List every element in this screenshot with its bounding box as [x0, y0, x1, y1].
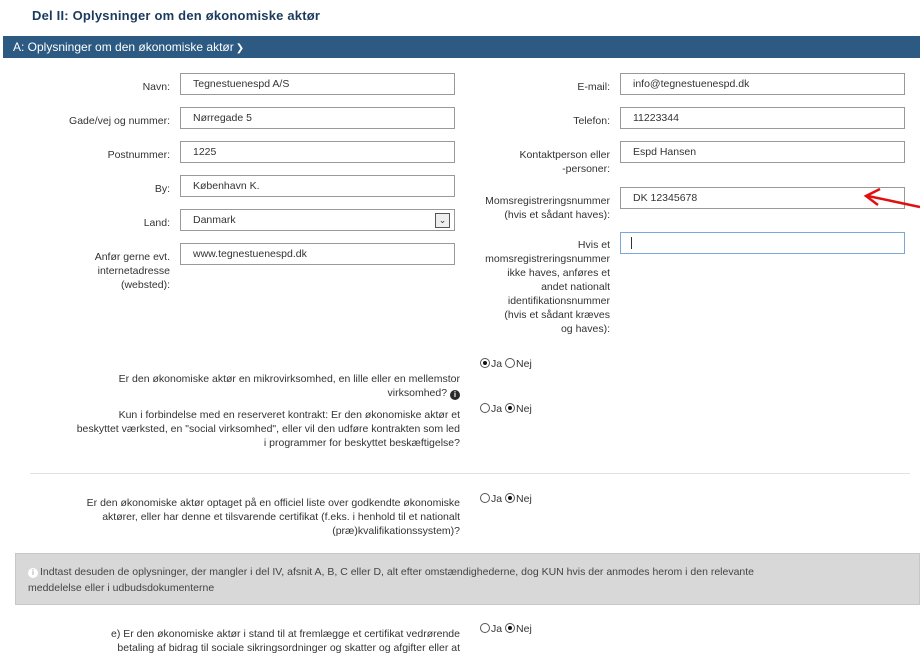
telefon-label: Telefon: [573, 115, 610, 127]
radio-nej[interactable] [505, 623, 516, 633]
kontakt-label: Kontaktperson eller -personer: [460, 148, 610, 176]
question-line: virksomhed? [387, 387, 448, 399]
question-official-list: Er den økonomiske aktør optaget på en of… [20, 496, 460, 538]
question-sme: Er den økonomiske aktør en mikrovirksomh… [20, 372, 460, 400]
text-cursor [631, 237, 632, 249]
radio-group-certificate: Ja Nej [480, 623, 532, 635]
kontakt-label-line: -personer: [562, 163, 610, 175]
internet-label-line: Anfør gerne evt. [94, 251, 170, 263]
info-box-line: Indtast desuden de oplysninger, der mang… [40, 566, 755, 578]
moms-label-line: Momsregistreringsnummer [485, 195, 610, 207]
land-value: Danmark [193, 214, 236, 226]
radio-label: Ja [491, 403, 503, 415]
annotation-arrow-icon [863, 187, 920, 209]
internet-field[interactable]: www.tegnestuenespd.dk [180, 243, 455, 265]
andet-id-label-line: ikke haves, anføres et [507, 267, 610, 279]
question-line: i programmer for beskyttet beskæftigelse… [263, 437, 460, 449]
internet-label-line: (websted): [120, 279, 170, 291]
radio-label: Nej [516, 493, 532, 505]
divider [30, 473, 910, 474]
radio-group-sme: Ja Nej [480, 358, 532, 370]
kontakt-label-line: Kontaktperson eller [519, 149, 610, 161]
question-line: Kun i forbindelse med en reserveret kont… [118, 409, 460, 421]
page-title: Del II: Oplysninger om den økonomiske ak… [32, 8, 321, 23]
postnummer-field[interactable]: 1225 [180, 141, 455, 163]
section-header-toggle[interactable]: A: Oplysninger om den økonomiske aktør ❯ [3, 36, 920, 58]
question-line: (præ)kvalifikationssystem)? [332, 525, 460, 537]
radio-label: Ja [491, 493, 503, 505]
radio-label: Nej [516, 623, 532, 635]
moms-label-line: (hvis et sådant haves): [504, 209, 610, 221]
question-reserved: Kun i forbindelse med en reserveret kont… [20, 408, 460, 450]
radio-nej[interactable] [505, 358, 516, 368]
chevron-down-icon[interactable]: ⌄ [435, 213, 450, 228]
navn-label: Navn: [142, 81, 170, 93]
land-label: Land: [143, 217, 170, 229]
radio-ja[interactable] [480, 493, 490, 503]
email-label: E-mail: [577, 81, 610, 93]
gade-field[interactable]: Nørregade 5 [180, 107, 455, 129]
andet-id-label-line: andet nationalt [541, 281, 610, 293]
internet-label: Anfør gerne evt. internetadresse (webste… [20, 250, 170, 292]
postnummer-label: Postnummer: [107, 149, 170, 161]
question-line: Er den økonomiske aktør en mikrovirksomh… [118, 373, 460, 385]
question-line: aktører, eller har denne et tilsvarende … [102, 511, 460, 523]
andet-id-label-line: Hvis et [577, 239, 610, 251]
radio-nej[interactable] [505, 493, 516, 503]
question-line: Er den økonomiske aktør optaget på en of… [86, 497, 460, 509]
by-field[interactable]: København K. [180, 175, 455, 197]
kontakt-field[interactable]: Espd Hansen [620, 141, 905, 163]
radio-label: Nej [516, 358, 532, 370]
question-line: beskyttet værksted, en "social virksomhe… [76, 423, 460, 435]
andet-id-field[interactable] [620, 232, 905, 254]
radio-label: Ja [491, 358, 503, 370]
moms-label: Momsregistreringsnummer (hvis et sådant … [450, 194, 610, 222]
radio-group-reserved: Ja Nej [480, 403, 532, 415]
question-certificate: e) Er den økonomiske aktør i stand til a… [20, 627, 460, 655]
email-field[interactable]: info@tegnestuenespd.dk [620, 73, 905, 95]
info-icon: i [28, 568, 38, 578]
info-box-line: meddelelse eller i udbudsdokumenterne [28, 582, 215, 594]
chevron-down-icon: ❯ [235, 43, 245, 54]
radio-label: Ja [491, 623, 503, 635]
gade-label: Gade/vej og nummer: [69, 115, 170, 127]
info-icon[interactable]: i [450, 390, 460, 400]
radio-ja[interactable] [480, 623, 490, 633]
navn-field[interactable]: Tegnestuenespd A/S [180, 73, 455, 95]
andet-id-label-line: momsregistreringsnummer [485, 253, 610, 265]
telefon-field[interactable]: 11223344 [620, 107, 905, 129]
radio-label: Nej [516, 403, 532, 415]
andet-id-label-line: identifikationsnummer [507, 295, 610, 307]
andet-id-label-line: og haves): [560, 323, 610, 335]
radio-ja[interactable] [480, 358, 490, 368]
question-line: e) Er den økonomiske aktør i stand til a… [111, 628, 460, 640]
by-label: By: [154, 183, 170, 195]
internet-label-line: internetadresse [97, 265, 170, 277]
radio-ja[interactable] [480, 403, 490, 413]
land-select[interactable]: Danmark ⌄ [180, 209, 455, 231]
andet-id-label: Hvis et momsregistreringsnummer ikke hav… [450, 238, 610, 336]
andet-id-label-line: (hvis et sådant kræves [504, 309, 610, 321]
question-line: betaling af bidrag til sociale sikringso… [117, 642, 460, 654]
info-box: i Indtast desuden de oplysninger, der man… [15, 553, 920, 605]
radio-group-official-list: Ja Nej [480, 493, 532, 505]
radio-nej[interactable] [505, 403, 516, 413]
section-header-label: A: Oplysninger om den økonomiske aktør [13, 40, 234, 54]
